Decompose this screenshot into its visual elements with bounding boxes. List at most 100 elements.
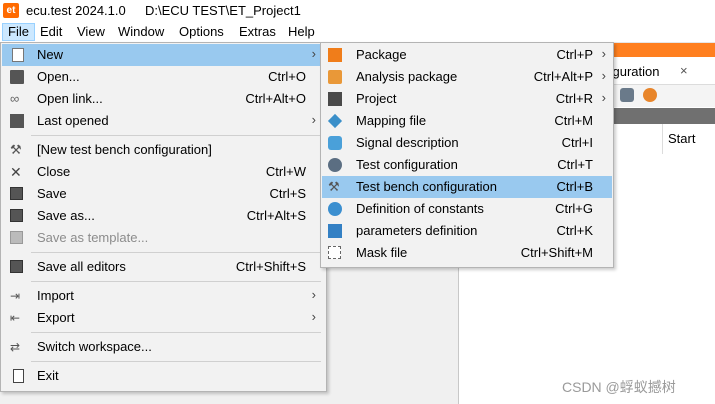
menu-separator	[31, 281, 321, 282]
test-configuration-icon	[328, 158, 342, 172]
menu-item-label: Mapping file	[356, 113, 427, 128]
menu-item-open[interactable]: Open... Ctrl+O	[2, 66, 325, 88]
menu-bar: File Edit View Window Options Extras Hel…	[0, 22, 715, 43]
shortcut-label: Ctrl+R	[555, 91, 593, 106]
shortcut-label: Ctrl+T	[557, 157, 593, 172]
menu-item-save-all[interactable]: Save all editors Ctrl+Shift+S	[2, 256, 325, 278]
menu-item-new[interactable]: New ›	[2, 44, 325, 66]
shortcut-label: Ctrl+Shift+S	[235, 259, 306, 274]
submenu-item-analysis-package[interactable]: Analysis package Ctrl+Alt+P ›	[322, 66, 612, 88]
parameters-icon	[328, 224, 342, 238]
submenu-item-mapping-file[interactable]: Mapping file Ctrl+M	[322, 110, 612, 132]
constants-icon	[328, 202, 342, 216]
menu-options[interactable]: Options	[174, 23, 229, 41]
new-submenu: Package Ctrl+P › Analysis package Ctrl+A…	[320, 42, 614, 268]
app-title: ecu.test 2024.1.0	[26, 3, 126, 18]
save-icon	[10, 187, 23, 200]
chevron-right-icon: ›	[601, 46, 606, 61]
menu-separator	[31, 332, 321, 333]
mapping-file-icon	[327, 113, 343, 129]
chevron-right-icon: ›	[601, 68, 606, 83]
menu-item-open-link[interactable]: ∞ Open link... Ctrl+Alt+O	[2, 88, 325, 110]
title-bar: et ecu.test 2024.1.0 D:\ECU TEST\ET_Proj…	[0, 0, 715, 22]
menu-item-import[interactable]: ⇥ Import ›	[2, 285, 325, 307]
menu-item-label: Test configuration	[356, 157, 458, 172]
chevron-right-icon: ›	[601, 90, 606, 105]
menu-item-label: Project	[356, 91, 397, 106]
menu-item-label: Save	[37, 186, 67, 201]
save-as-icon	[10, 209, 23, 222]
menu-item-recent-bench-config[interactable]: ⚒ [New test bench configuration]	[2, 139, 325, 161]
menu-item-label: Package	[356, 47, 407, 62]
editor-header-strip	[606, 43, 715, 57]
menu-item-label: Exit	[37, 368, 59, 383]
submenu-item-mask-file[interactable]: Mask file Ctrl+Shift+M	[322, 242, 612, 264]
menu-item-label: Save as...	[37, 208, 95, 223]
shortcut-label: Ctrl+K	[556, 223, 593, 238]
file-menu: New › Open... Ctrl+O ∞ Open link... Ctrl…	[0, 42, 327, 392]
menu-item-label: Open...	[37, 69, 80, 84]
menu-help[interactable]: Help	[283, 23, 320, 41]
submenu-item-test-configuration[interactable]: Test configuration Ctrl+T	[322, 154, 612, 176]
close-icon: ✕	[10, 164, 22, 180]
shortcut-label: Ctrl+B	[556, 179, 593, 194]
submenu-item-project[interactable]: Project Ctrl+R ›	[322, 88, 612, 110]
menu-item-label: Export	[37, 310, 75, 325]
menu-item-switch-workspace[interactable]: ⇄ Switch workspace...	[2, 336, 325, 358]
save-all-icon	[10, 260, 23, 273]
shortcut-label: Ctrl+Alt+S	[246, 208, 306, 223]
menu-item-label: Analysis package	[356, 69, 458, 84]
shortcut-label: Ctrl+Alt+O	[245, 91, 306, 106]
chevron-right-icon: ›	[311, 46, 316, 61]
menu-view[interactable]: View	[72, 23, 110, 41]
folder-icon	[10, 114, 24, 128]
menu-file[interactable]: File	[2, 23, 35, 41]
column-divider	[662, 124, 663, 154]
menu-item-label: Import	[37, 288, 74, 303]
mask-file-icon	[328, 246, 341, 259]
link-icon: ∞	[10, 91, 20, 106]
shortcut-label: Ctrl+O	[268, 69, 306, 84]
menu-item-save[interactable]: Save Ctrl+S	[2, 183, 325, 205]
shortcut-label: Ctrl+W	[265, 164, 306, 179]
export-icon[interactable]	[620, 88, 634, 102]
menu-item-export[interactable]: ⇤ Export ›	[2, 307, 325, 329]
shortcut-label: Ctrl+M	[554, 113, 593, 128]
shortcut-label: Ctrl+Shift+M	[520, 245, 593, 260]
menu-item-label: Definition of constants	[356, 201, 484, 216]
export-icon: ⇤	[10, 311, 21, 325]
menu-item-label: Open link...	[37, 91, 103, 106]
shortcut-label: Ctrl+G	[555, 201, 593, 216]
chevron-right-icon: ›	[311, 287, 316, 302]
menu-edit[interactable]: Edit	[35, 23, 67, 41]
menu-window[interactable]: Window	[113, 23, 169, 41]
watermark-text: CSDN @蜉蚁撼树	[562, 379, 676, 395]
submenu-item-definition-of-constants[interactable]: Definition of constants Ctrl+G	[322, 198, 612, 220]
import-icon: ⇥	[10, 289, 21, 303]
project-path: D:\ECU TEST\ET_Project1	[145, 3, 301, 18]
menu-item-last-opened[interactable]: Last opened ›	[2, 110, 325, 132]
menu-item-exit[interactable]: Exit	[2, 365, 325, 387]
submenu-item-signal-description[interactable]: Signal description Ctrl+I	[322, 132, 612, 154]
menu-item-label: Close	[37, 164, 71, 179]
submenu-item-parameters-definition[interactable]: parameters definition Ctrl+K	[322, 220, 612, 242]
chevron-right-icon: ›	[311, 112, 316, 127]
shortcut-label: Ctrl+Alt+P	[533, 69, 593, 84]
app-logo-icon: et	[3, 3, 19, 18]
menu-item-label: Signal description	[356, 135, 459, 150]
editor-tab-label: figuration	[606, 64, 660, 79]
column-header-start: Start	[668, 131, 696, 146]
save-template-icon	[10, 231, 23, 244]
refresh-icon[interactable]	[643, 88, 657, 102]
menu-item-label: [New test bench configuration]	[37, 142, 212, 157]
switch-icon: ⇄	[10, 340, 21, 354]
tab-close-icon[interactable]: ×	[680, 63, 688, 78]
menu-extras[interactable]: Extras	[234, 23, 281, 41]
menu-item-label: Last opened	[37, 113, 109, 128]
submenu-item-package[interactable]: Package Ctrl+P ›	[322, 44, 612, 66]
menu-item-save-as[interactable]: Save as... Ctrl+Alt+S	[2, 205, 325, 227]
menu-item-close[interactable]: ✕ Close Ctrl+W	[2, 161, 325, 183]
menu-item-label: New	[37, 47, 64, 62]
submenu-item-test-bench-configuration[interactable]: ⚒ Test bench configuration Ctrl+B	[322, 176, 612, 198]
shortcut-label: Ctrl+I	[561, 135, 593, 150]
